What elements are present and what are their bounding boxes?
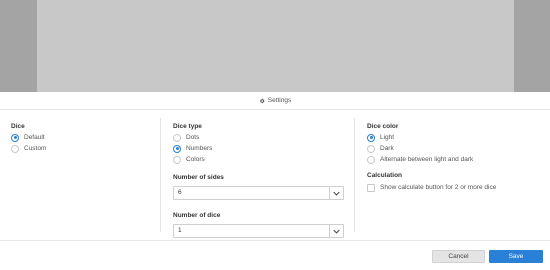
dice-type-option-dots[interactable]: Dots	[173, 132, 354, 143]
radio-default[interactable]	[11, 133, 19, 142]
number-of-sides-label: Number of sides	[173, 174, 224, 181]
dice-type-title: Dice type	[173, 123, 202, 130]
radio-dots[interactable]	[173, 133, 181, 142]
number-of-dice-label: Number of dice	[173, 212, 221, 219]
dice-preview-stage	[37, 0, 514, 92]
dice-color-option-label: Light	[380, 134, 395, 141]
dice-color-section: Dice color Light Dark Alternate between …	[367, 118, 542, 193]
dice-title: Dice	[11, 123, 25, 130]
chevron-down-icon[interactable]	[329, 225, 343, 237]
calculate-button-checkbox-label: Show calculate button for 2 or more dice	[380, 184, 497, 191]
number-of-dice-value: 1	[178, 227, 182, 234]
dice-type-option-colors[interactable]: Colors	[173, 154, 354, 165]
dice-color-option-light[interactable]: Light	[367, 132, 542, 143]
dice-option-custom[interactable]: Custom	[11, 143, 151, 154]
calculate-button-checkbox[interactable]	[367, 183, 375, 192]
radio-light[interactable]	[367, 133, 375, 142]
dice-type-option-label: Colors	[186, 156, 205, 163]
settings-label: Settings	[267, 97, 292, 104]
radio-dark[interactable]	[367, 144, 375, 153]
dice-option-default[interactable]: Default	[11, 132, 151, 143]
dice-type-option-label: Numbers	[186, 145, 213, 152]
radio-numbers[interactable]	[173, 144, 181, 153]
dice-color-option-alternate[interactable]: Alternate between light and dark	[367, 154, 542, 165]
dice-type-option-numbers[interactable]: Numbers	[173, 143, 354, 154]
footer-bar: Cancel Save	[0, 240, 550, 270]
dice-preview-area	[0, 0, 550, 92]
number-of-dice-select[interactable]: 1	[173, 224, 344, 238]
number-of-sides-select[interactable]: 6	[173, 186, 344, 200]
dice-color-option-label: Dark	[380, 145, 394, 152]
dice-type-section: Dice type Dots Numbers Colors Number of …	[160, 118, 355, 238]
dice-color-option-dark[interactable]: Dark	[367, 143, 542, 154]
chevron-down-icon[interactable]	[329, 187, 343, 199]
number-of-sides-value: 6	[178, 189, 182, 196]
save-button[interactable]: Save	[489, 250, 543, 263]
radio-colors[interactable]	[173, 155, 181, 164]
calculation-title: Calculation	[367, 172, 403, 179]
settings-bar[interactable]: Settings	[0, 92, 550, 110]
dice-color-option-label: Alternate between light and dark	[380, 156, 474, 163]
dice-color-title: Dice color	[367, 123, 399, 130]
dice-type-option-label: Dots	[186, 134, 200, 141]
radio-alternate[interactable]	[367, 155, 375, 164]
dice-section: Dice Default Custom	[11, 118, 151, 154]
radio-custom[interactable]	[11, 144, 19, 153]
dice-option-label: Default	[24, 134, 45, 141]
gear-icon	[259, 98, 265, 103]
calculate-button-option[interactable]: Show calculate button for 2 or more dice	[367, 182, 542, 193]
dice-option-label: Custom	[24, 145, 47, 152]
cancel-button[interactable]: Cancel	[432, 250, 485, 263]
